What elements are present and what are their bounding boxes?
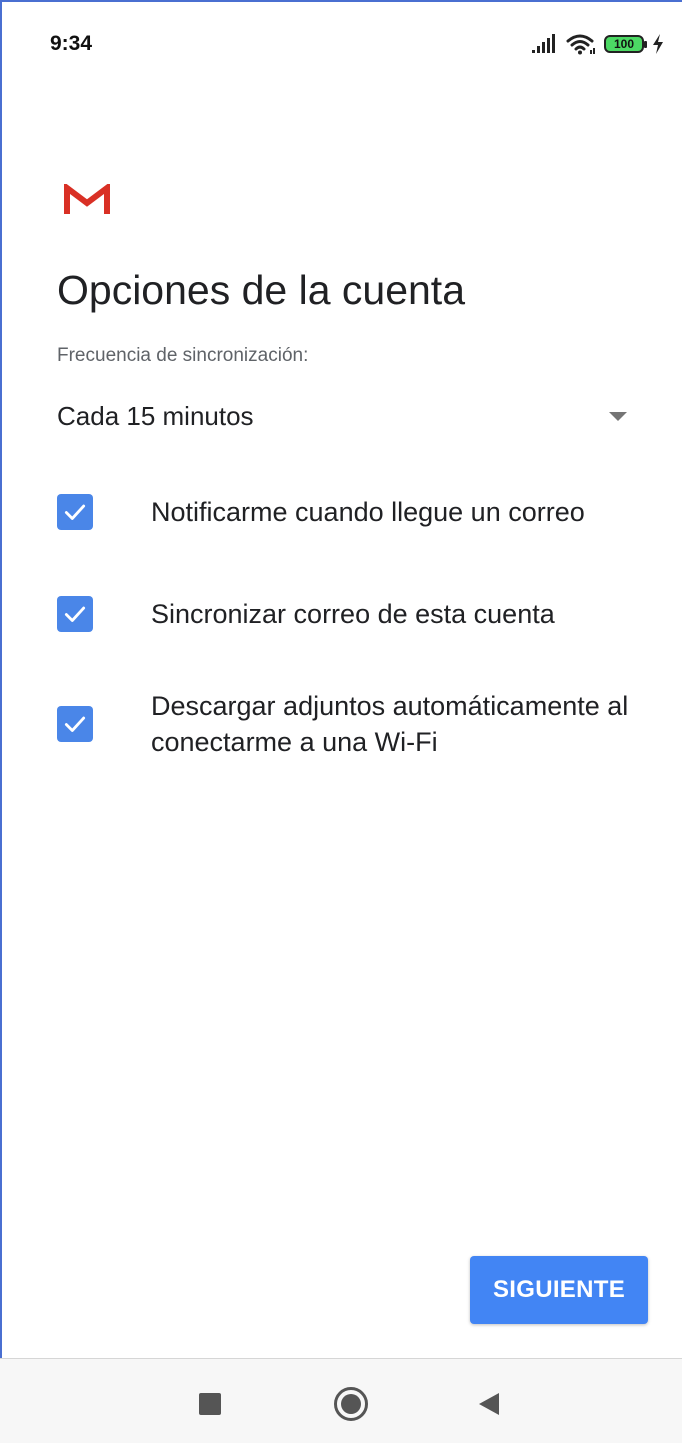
chevron-down-icon bbox=[609, 411, 627, 421]
wifi-icon bbox=[566, 34, 595, 55]
battery-icon: 100 bbox=[604, 35, 647, 53]
option-sync[interactable]: Sincronizar correo de esta cuenta bbox=[57, 596, 657, 632]
back-icon[interactable] bbox=[479, 1393, 499, 1415]
notify-checkbox[interactable] bbox=[57, 494, 93, 530]
sync-frequency-value: Cada 15 minutos bbox=[57, 400, 254, 431]
check-icon bbox=[64, 606, 86, 622]
charging-icon bbox=[653, 34, 663, 54]
download-checkbox[interactable] bbox=[57, 706, 93, 742]
battery-level: 100 bbox=[613, 37, 635, 51]
sync-frequency-dropdown[interactable]: Cada 15 minutos bbox=[57, 392, 637, 440]
status-time: 9:34 bbox=[50, 32, 93, 55]
navigation-bar bbox=[0, 1358, 682, 1443]
gmail-logo bbox=[64, 184, 110, 214]
option-label: Notificarme cuando llegue un correo bbox=[151, 497, 585, 527]
sync-frequency-label: Frecuencia de sincronización: bbox=[57, 345, 309, 366]
check-icon bbox=[64, 504, 86, 520]
option-notify[interactable]: Notificarme cuando llegue un correo bbox=[57, 494, 657, 530]
option-download-attachments[interactable]: Descargar adjuntos automáticamente al co… bbox=[57, 688, 657, 760]
page-title: Opciones de la cuenta bbox=[57, 267, 465, 313]
sync-checkbox[interactable] bbox=[57, 596, 93, 632]
check-icon bbox=[64, 716, 86, 732]
next-button[interactable]: SIGUIENTE bbox=[470, 1256, 648, 1324]
option-label: Sincronizar correo de esta cuenta bbox=[151, 599, 555, 629]
home-icon[interactable] bbox=[334, 1387, 368, 1421]
option-label: Descargar adjuntos automáticamente al co… bbox=[151, 691, 629, 757]
recents-icon[interactable] bbox=[199, 1393, 221, 1415]
status-icons: 100 bbox=[530, 30, 664, 58]
signal-icon bbox=[532, 34, 555, 53]
